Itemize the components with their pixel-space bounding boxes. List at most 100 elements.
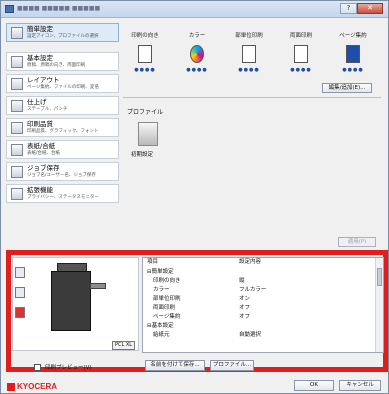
status-view-icon[interactable]	[15, 307, 25, 318]
apply-button[interactable]: 適用(P)	[338, 237, 376, 247]
feature-dots[interactable]: ●●●●	[175, 67, 219, 73]
feature-dots[interactable]: ●●●●	[331, 67, 375, 73]
column-header-value: 設定内容	[239, 259, 262, 265]
logo-text: KYOCERA	[17, 382, 58, 391]
table-scrollbar[interactable]	[375, 258, 383, 352]
kyocera-logo: KYOCERA	[7, 382, 57, 391]
sidebar-item-sub: ページ集約、ファイルの印刷、変倍	[27, 84, 99, 90]
sidebar-item-print-quality[interactable]: 印刷品質 印刷品質、グラフィック、フォント	[6, 118, 119, 137]
sidebar-item-sub: 印刷品質、グラフィック、フォント	[27, 128, 99, 134]
finishing-icon	[11, 99, 23, 112]
sidebar-item-finishing[interactable]: 仕上げ ステープル、パンチ	[6, 96, 119, 115]
print-preview-label: 印刷プレビュー(V)	[45, 365, 92, 371]
feature-dots[interactable]: ●●●●	[227, 67, 271, 73]
row-value: オフ	[239, 305, 251, 311]
sidebar-item-job-storage[interactable]: ジョブ保存 ジョブ名/ユーザー名、ジョブ保存	[6, 162, 119, 181]
sidebar-item-sub: 原稿、原稿の向き、両面印刷	[27, 62, 86, 68]
pages-per-sheet-icon	[346, 45, 360, 63]
sidebar-item-label: レイアウト	[27, 75, 60, 84]
profile-section-label: プロファイル	[127, 109, 164, 116]
row-value: 自動選択	[239, 332, 262, 338]
page-view-icon[interactable]	[15, 287, 25, 298]
title-bar[interactable]: ■■■■ ■■■■■ ■■■■■ ? ✕	[1, 1, 388, 18]
print-preview-option[interactable]: 印刷プレビュー(V)	[34, 363, 92, 371]
row-item: 両面印刷	[153, 305, 176, 311]
help-button[interactable]: ?	[340, 3, 357, 14]
close-button[interactable]: ✕	[357, 3, 383, 14]
print-quality-icon	[11, 121, 23, 134]
job-storage-icon	[11, 165, 23, 178]
feature-label: 両面印刷	[289, 33, 312, 39]
sidebar-item-label: 印刷品質	[27, 119, 53, 128]
sidebar-item-layout[interactable]: レイアウト ページ集約、ファイルの印刷、変倍	[6, 74, 119, 93]
table-row: 両面印刷 オフ	[143, 304, 375, 312]
feature-label: 印刷の向き	[131, 33, 159, 39]
sidebar-item-basic[interactable]: 基本設定 原稿、原稿の向き、両面印刷	[6, 52, 119, 71]
row-item: 部単位印刷	[153, 296, 181, 302]
printer-tray-image	[90, 283, 106, 289]
table-row: 給紙元 自動選択	[143, 331, 375, 339]
sidebar-item-sub: ジョブ名/ユーザー名、ジョブ保存	[27, 172, 96, 178]
table-row: ページ集約 オフ	[143, 313, 375, 321]
pdl-badge: PCL XL	[112, 341, 135, 350]
quick-setup-icon	[11, 26, 23, 39]
feature-label: カラー	[188, 33, 206, 39]
window-title: ■■■■ ■■■■■ ■■■■■	[17, 5, 101, 12]
cover-icon	[11, 143, 23, 156]
settings-summary-table: 項目 設定内容 ⊟簡単設定 印刷の向き 縦 カラー フルカラー 部単位印刷 オン…	[142, 257, 384, 353]
sidebar-item-label: 拡張機能	[27, 185, 53, 194]
sidebar-item-cover[interactable]: 表紙/合紙 表紙/合紙、合紙	[6, 140, 119, 159]
quick-features: 印刷の向き ●●●● カラー ●●●● 部単位印刷 ●●●● 両面印刷 ●●●●…	[123, 31, 385, 81]
profile-button[interactable]: プロファイル...	[210, 360, 254, 371]
printer-image	[51, 271, 91, 331]
sidebar-item-quick-setup[interactable]: 簡単設定 設定アイコン、プロファイルの選択	[6, 23, 119, 42]
feature-orientation[interactable]: 印刷の向き ●●●●	[123, 31, 167, 73]
printer-app-icon	[5, 5, 14, 13]
print-preview-checkbox[interactable]	[34, 363, 41, 371]
profile-default-name: 初期設定	[131, 152, 154, 158]
row-item: ⊟基本設定	[147, 323, 174, 329]
feature-color[interactable]: カラー ●●●●	[175, 31, 219, 73]
feature-label: 部単位印刷	[235, 33, 263, 39]
cancel-button[interactable]: キャンセル	[339, 380, 381, 391]
table-row: カラー フルカラー	[143, 286, 375, 294]
duplex-icon	[294, 45, 308, 63]
feature-dots[interactable]: ●●●●	[123, 67, 167, 73]
row-item: ページ集約	[153, 314, 181, 320]
feature-pages-per-sheet[interactable]: ページ集約 ●●●●	[331, 31, 375, 73]
row-value: オフ	[239, 314, 251, 320]
row-item: カラー	[153, 287, 170, 293]
table-row: 部単位印刷 オン	[143, 295, 375, 303]
column-header-item: 項目	[147, 259, 159, 265]
profile-default-icon[interactable]	[138, 122, 158, 146]
row-item: ⊟簡単設定	[147, 269, 174, 275]
row-value: 縦	[239, 278, 245, 284]
divider	[123, 97, 381, 98]
sidebar-item-sub: 設定アイコン、プロファイルの選択	[27, 33, 99, 39]
row-item: 印刷の向き	[153, 278, 181, 284]
table-row: 印刷の向き 縦	[143, 277, 375, 285]
kyocera-mark-icon	[7, 382, 15, 391]
scrollbar-thumb[interactable]	[377, 268, 382, 286]
row-value: オン	[239, 296, 251, 302]
table-row: ⊟簡単設定	[143, 268, 375, 276]
sidebar-item-label: ジョブ保存	[27, 163, 60, 172]
color-icon	[190, 45, 204, 63]
feature-duplex[interactable]: 両面印刷 ●●●●	[279, 31, 323, 73]
printer-view-icon[interactable]	[15, 267, 25, 278]
orientation-icon	[138, 45, 152, 63]
save-as-button[interactable]: 名前を付けて保存...	[145, 360, 205, 371]
sidebar-item-label: 仕上げ	[27, 97, 47, 106]
layout-icon	[11, 77, 23, 90]
sidebar-item-advanced[interactable]: 拡張機能 プライバシー、ステータスモニター	[6, 184, 119, 203]
feature-dots[interactable]: ●●●●	[279, 67, 323, 73]
edit-add-button[interactable]: 編集/追加(E)...	[322, 83, 372, 93]
advanced-icon	[11, 187, 23, 200]
table-row: ⊟基本設定	[143, 322, 375, 330]
row-value: フルカラー	[239, 287, 267, 293]
print-settings-window: ■■■■ ■■■■■ ■■■■■ ? ✕ 簡単設定 設定アイコン、プロファイルの…	[0, 0, 389, 394]
collate-icon	[242, 45, 256, 63]
feature-label: ページ集約	[339, 33, 367, 39]
feature-collate[interactable]: 部単位印刷 ●●●●	[227, 31, 271, 73]
ok-button[interactable]: OK	[294, 380, 334, 391]
